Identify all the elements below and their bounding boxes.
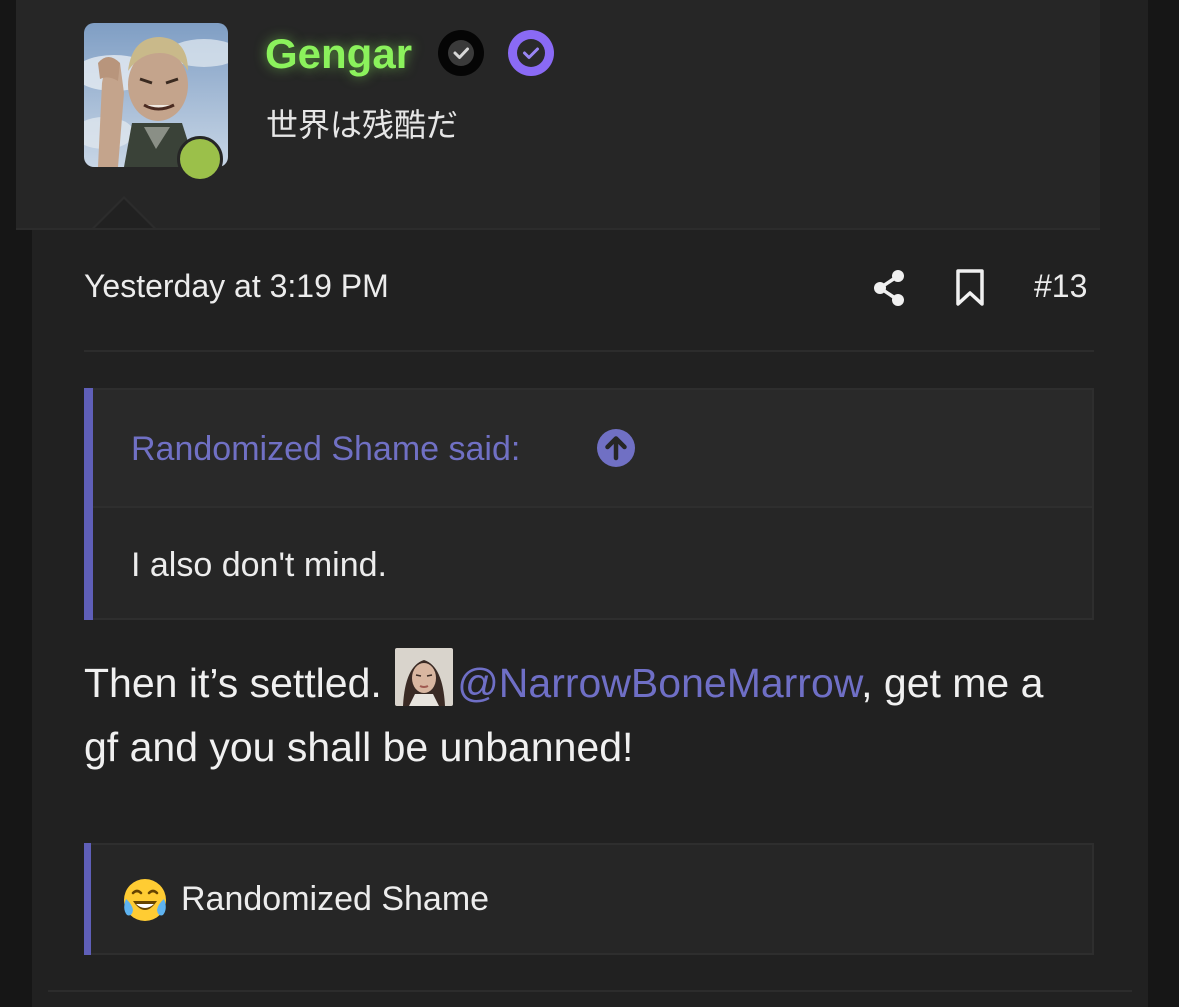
quote-text: I also don't mind. <box>131 546 387 584</box>
quote-accent-bar <box>84 388 93 620</box>
check-circle-icon[interactable] <box>438 30 484 76</box>
reaction-user-link[interactable]: Randomized Shame <box>181 880 489 919</box>
quote-header: Randomized Shame said: <box>93 390 1092 508</box>
verified-check-icon[interactable] <box>508 30 554 76</box>
message-text-before: Then it’s settled. <box>84 660 394 706</box>
post-number-link[interactable]: #13 <box>1034 268 1087 305</box>
header-pointer-fill <box>95 199 153 228</box>
laughing-crying-emoji-icon <box>122 877 168 928</box>
user-title: 世界は残酷だ <box>266 107 459 143</box>
post-message: Then it’s settled. @NarrowBoneMarrow, ge… <box>84 648 1084 779</box>
quote-author-link[interactable]: Randomized Shame said: <box>131 430 520 469</box>
bookmark-icon[interactable] <box>953 268 987 313</box>
reactions-accent-bar <box>84 843 91 955</box>
username[interactable]: Gengar <box>265 30 412 78</box>
post-timestamp[interactable]: Yesterday at 3:19 PM <box>84 268 389 305</box>
user-mention-link[interactable]: @NarrowBoneMarrow <box>457 660 861 706</box>
share-icon[interactable] <box>870 268 908 313</box>
quote-block: Randomized Shame said: I also don't mind… <box>84 388 1094 620</box>
divider <box>84 350 1094 352</box>
arrow-up-circle-icon[interactable] <box>596 428 636 473</box>
online-status-indicator <box>177 136 223 182</box>
bottom-divider <box>48 990 1132 992</box>
mention-avatar <box>395 648 454 706</box>
page: Gengar 世界は残酷だ Yesterday at 3:19 PM #13 R… <box>0 0 1179 1007</box>
reactions-bar[interactable]: Randomized Shame <box>84 843 1094 955</box>
